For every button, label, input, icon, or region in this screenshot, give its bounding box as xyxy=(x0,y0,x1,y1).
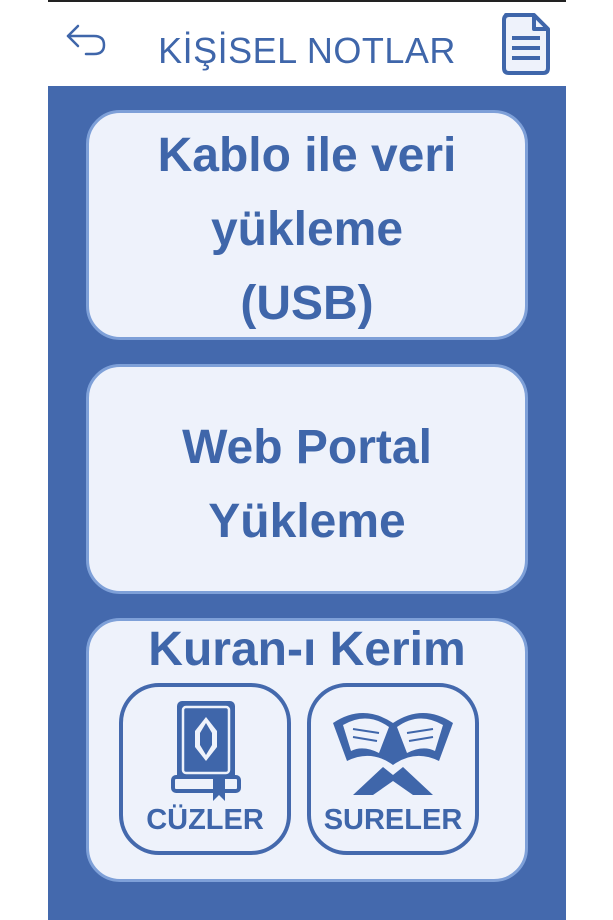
book-icon xyxy=(171,701,241,801)
document-icon[interactable] xyxy=(500,12,552,76)
usb-upload-line2: yükleme xyxy=(210,203,404,256)
sureler-label: SURELER xyxy=(323,804,463,836)
usb-upload-line3: (USB) xyxy=(240,277,374,330)
web-portal-line1: Web Portal xyxy=(182,421,432,474)
cuzler-label: CÜZLER xyxy=(146,804,264,836)
usb-upload-button[interactable]: Kablo ile veri yükleme (USB) xyxy=(86,110,528,340)
app-header: KİŞİSEL NOTLAR xyxy=(48,2,566,86)
usb-upload-line1: Kablo ile veri xyxy=(157,129,457,182)
page-title: KİŞİSEL NOTLAR xyxy=(158,30,456,71)
web-portal-upload-button[interactable]: Web Portal Yükleme xyxy=(86,364,528,594)
web-portal-line2: Yükleme xyxy=(208,495,406,548)
quran-card: Kuran-ı Kerim CÜZLER SURELER xyxy=(86,618,528,882)
sureler-button[interactable]: SURELER xyxy=(307,683,479,855)
open-quran-icon xyxy=(333,713,453,795)
cuzler-button[interactable]: CÜZLER xyxy=(119,683,291,855)
quran-title: Kuran-ı Kerim xyxy=(148,623,466,676)
menu-panel: Kablo ile veri yükleme (USB) Web Portal … xyxy=(48,86,566,920)
